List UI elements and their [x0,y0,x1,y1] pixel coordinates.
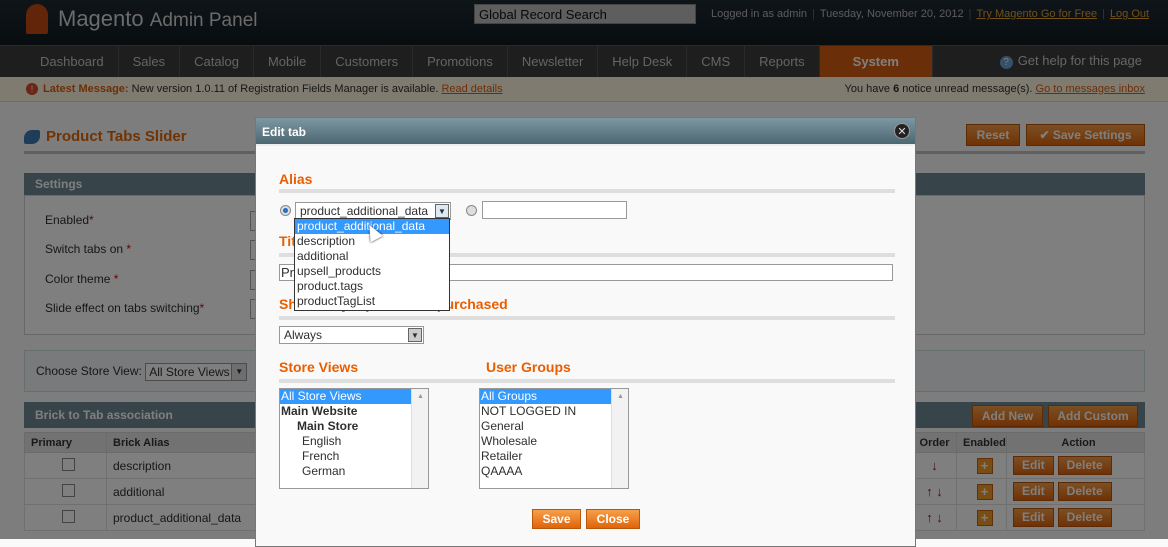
scrollbar[interactable]: ▲▼ [411,389,428,488]
chevron-down-icon: ▼ [435,204,449,218]
close-button[interactable]: Close [586,509,640,529]
alias-option[interactable]: upsell_products [295,264,449,279]
user-group-option[interactable]: All Groups [480,389,611,404]
save-button[interactable]: Save [532,509,581,529]
store-views-list[interactable]: All Store Views Main Website Main Store … [279,388,429,489]
user-group-option[interactable]: Wholesale [480,434,628,449]
edit-tab-dialog: Edit tab ✕ Alias product_additional_data… [255,117,916,547]
store-view-option[interactable]: All Store Views [280,389,411,404]
alias-custom-input[interactable] [482,201,627,219]
divider [279,189,895,193]
divider [279,316,895,320]
store-view-option[interactable]: English [280,434,428,449]
alias-custom-radio[interactable] [466,205,477,216]
alias-option[interactable]: productTagList [295,294,449,309]
user-groups-heading: User Groups [486,359,571,375]
store-views-heading: Store Views [279,359,359,375]
user-group-option[interactable]: Retailer [480,449,628,464]
alias-select-radio[interactable] [280,205,291,216]
chevron-down-icon: ▼ [408,328,422,342]
alias-option[interactable]: product.tags [295,279,449,294]
scrollbar[interactable]: ▲▼ [611,389,628,488]
show-condition-select[interactable]: Always ▼ [279,326,424,344]
store-view-option[interactable]: Main Website [280,404,428,419]
store-view-option[interactable]: German [280,464,428,479]
dialog-title: Edit tab [256,118,915,146]
divider [279,379,895,383]
close-icon[interactable]: ✕ [894,123,910,139]
user-group-option[interactable]: QAAAA [480,464,628,479]
user-group-option[interactable]: General [480,419,628,434]
alias-option[interactable]: additional [295,249,449,264]
alias-heading: Alias [279,171,313,187]
store-view-option[interactable]: French [280,449,428,464]
user-group-option[interactable]: NOT LOGGED IN [480,404,628,419]
store-view-option[interactable]: Main Store [280,419,428,434]
user-groups-list[interactable]: All Groups NOT LOGGED IN General Wholesa… [479,388,629,489]
